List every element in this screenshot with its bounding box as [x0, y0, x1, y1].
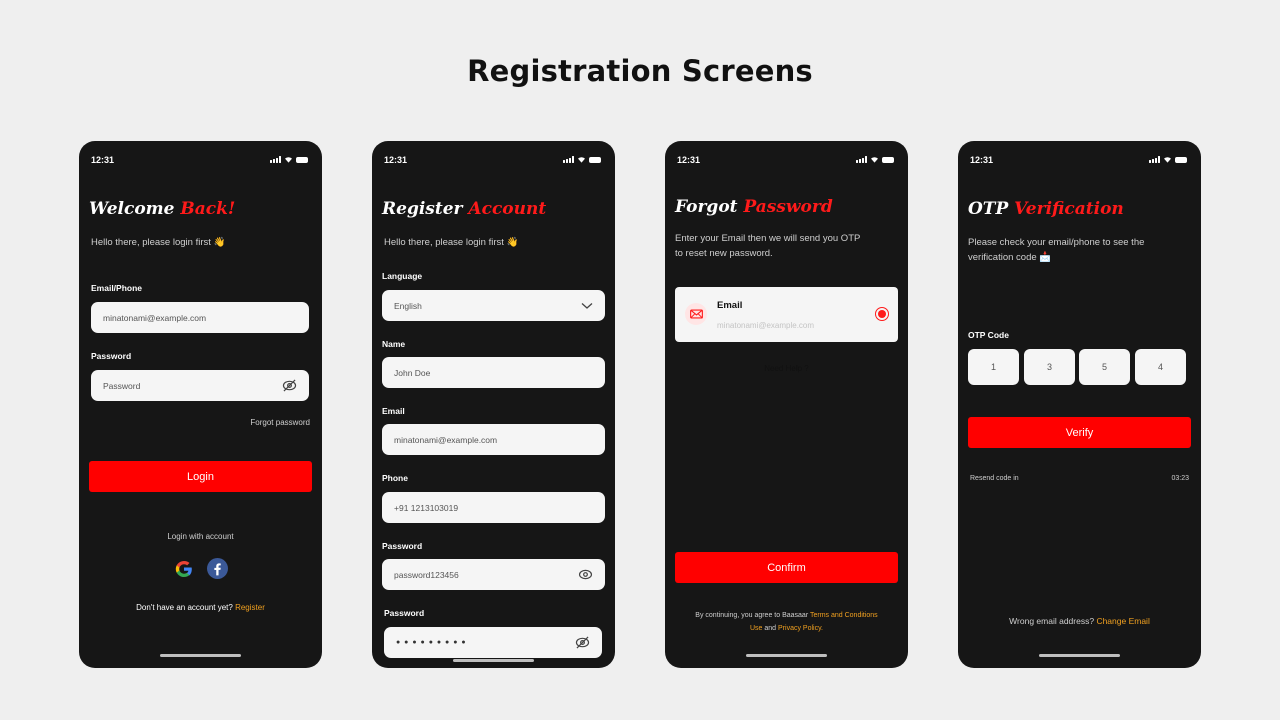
battery-icon: [296, 156, 308, 163]
email-option-card[interactable]: Email minatonami@example.com: [675, 287, 898, 342]
login-with-label: Login with account: [167, 532, 234, 541]
page-title: Registration Screens: [467, 54, 813, 88]
register-link[interactable]: Register: [235, 603, 265, 612]
eye-off-icon[interactable]: [575, 636, 590, 649]
forgot-heading: Forgot Password: [675, 197, 833, 217]
status-icons: [856, 156, 894, 163]
google-icon[interactable]: [174, 559, 194, 579]
password-input[interactable]: password123456: [382, 559, 605, 590]
signal-icon: [856, 156, 867, 163]
home-indicator: [746, 654, 827, 657]
signal-icon: [563, 156, 574, 163]
login-button[interactable]: Login: [89, 461, 312, 492]
eye-off-icon[interactable]: [282, 379, 297, 392]
status-time: 12:31: [91, 155, 115, 165]
wifi-icon: [578, 157, 585, 163]
eye-icon[interactable]: [578, 569, 593, 580]
phone-label: Phone: [382, 473, 408, 483]
status-time: 12:31: [970, 155, 994, 165]
password-input[interactable]: Password: [91, 370, 309, 401]
language-select[interactable]: English: [382, 290, 605, 321]
wifi-icon: [285, 157, 292, 163]
battery-icon: [882, 156, 894, 163]
otp-digit-2[interactable]: 3: [1024, 349, 1075, 385]
terms-use-link[interactable]: Use: [750, 625, 762, 632]
phone-login-screen: 12:31 Welcome Back! Hello there, please …: [79, 141, 322, 668]
confirm-password-input[interactable]: ● ● ● ● ● ● ● ● ●: [384, 627, 602, 658]
status-time: 12:31: [384, 155, 408, 165]
phone-otp-screen: 12:31 OTP Verification Please check your…: [958, 141, 1201, 668]
email-phone-input[interactable]: minatonami@example.com: [91, 302, 309, 333]
chevron-down-icon: [581, 302, 593, 309]
verify-button[interactable]: Verify: [968, 417, 1191, 448]
status-time: 12:31: [677, 155, 701, 165]
otp-digit-4[interactable]: 4: [1135, 349, 1186, 385]
phone-input[interactable]: +91 1213103019: [382, 492, 605, 523]
home-indicator: [453, 659, 534, 662]
email-option-value: minatonami@example.com: [717, 321, 815, 330]
otp-subtitle: Please check your email/phone to see the…: [968, 237, 1145, 263]
confirm-button[interactable]: Confirm: [675, 552, 898, 583]
register-subtitle: Hello there, please login first 👋: [384, 237, 519, 248]
resend-timer: 03:23: [1171, 475, 1189, 482]
email-option-title: Email: [717, 300, 743, 311]
register-prompt: Don't have an account yet? Register: [136, 603, 265, 612]
email-input[interactable]: minatonami@example.com: [382, 424, 605, 455]
facebook-icon[interactable]: [207, 558, 228, 579]
email-phone-label: Email/Phone: [91, 283, 143, 293]
otp-digit-3[interactable]: 5: [1079, 349, 1130, 385]
phone-register-screen: 12:31 Register Account Hello there, plea…: [372, 141, 615, 668]
name-input[interactable]: John Doe: [382, 357, 605, 388]
password-label: Password: [91, 351, 132, 361]
confirm-password-label: Password: [384, 608, 425, 618]
email-label: Email: [382, 406, 405, 416]
forgot-subtitle: Enter your Email then we will send you O…: [675, 233, 861, 259]
change-email-link[interactable]: Change Email: [1096, 616, 1149, 626]
wifi-icon: [871, 157, 878, 163]
login-heading: Welcome Back!: [89, 199, 236, 219]
name-label: Name: [382, 339, 406, 349]
status-icons: [270, 156, 308, 163]
register-heading: Register Account: [382, 199, 547, 219]
need-help-link[interactable]: Need Help ?: [665, 364, 908, 373]
change-email-prompt: Wrong email address? Change Email: [1009, 616, 1150, 626]
password-label: Password: [382, 541, 423, 551]
privacy-policy-link[interactable]: Privacy Policy.: [778, 625, 823, 632]
battery-icon: [1175, 156, 1187, 163]
forgot-password-link[interactable]: Forgot password: [250, 418, 310, 427]
wifi-icon: [1164, 157, 1171, 163]
otp-heading: OTP Verification: [968, 199, 1124, 219]
battery-icon: [589, 156, 601, 163]
phone-forgot-password-screen: 12:31 Forgot Password Enter your Email t…: [665, 141, 908, 668]
otp-digit-1[interactable]: 1: [968, 349, 1019, 385]
terms-text: By continuing, you agree to Baasaar Term…: [695, 612, 878, 632]
terms-link[interactable]: Terms and Conditions: [810, 612, 878, 619]
login-subtitle: Hello there, please login first 👋: [91, 237, 226, 248]
resend-label: Resend code in: [970, 475, 1019, 482]
signal-icon: [1149, 156, 1160, 163]
home-indicator: [160, 654, 241, 657]
signal-icon: [270, 156, 281, 163]
mail-icon: [685, 303, 707, 325]
language-label: Language: [382, 271, 423, 281]
radio-selected-icon[interactable]: [875, 307, 889, 321]
otp-code-label: OTP Code: [968, 330, 1009, 340]
status-icons: [1149, 156, 1187, 163]
home-indicator: [1039, 654, 1120, 657]
status-icons: [563, 156, 601, 163]
